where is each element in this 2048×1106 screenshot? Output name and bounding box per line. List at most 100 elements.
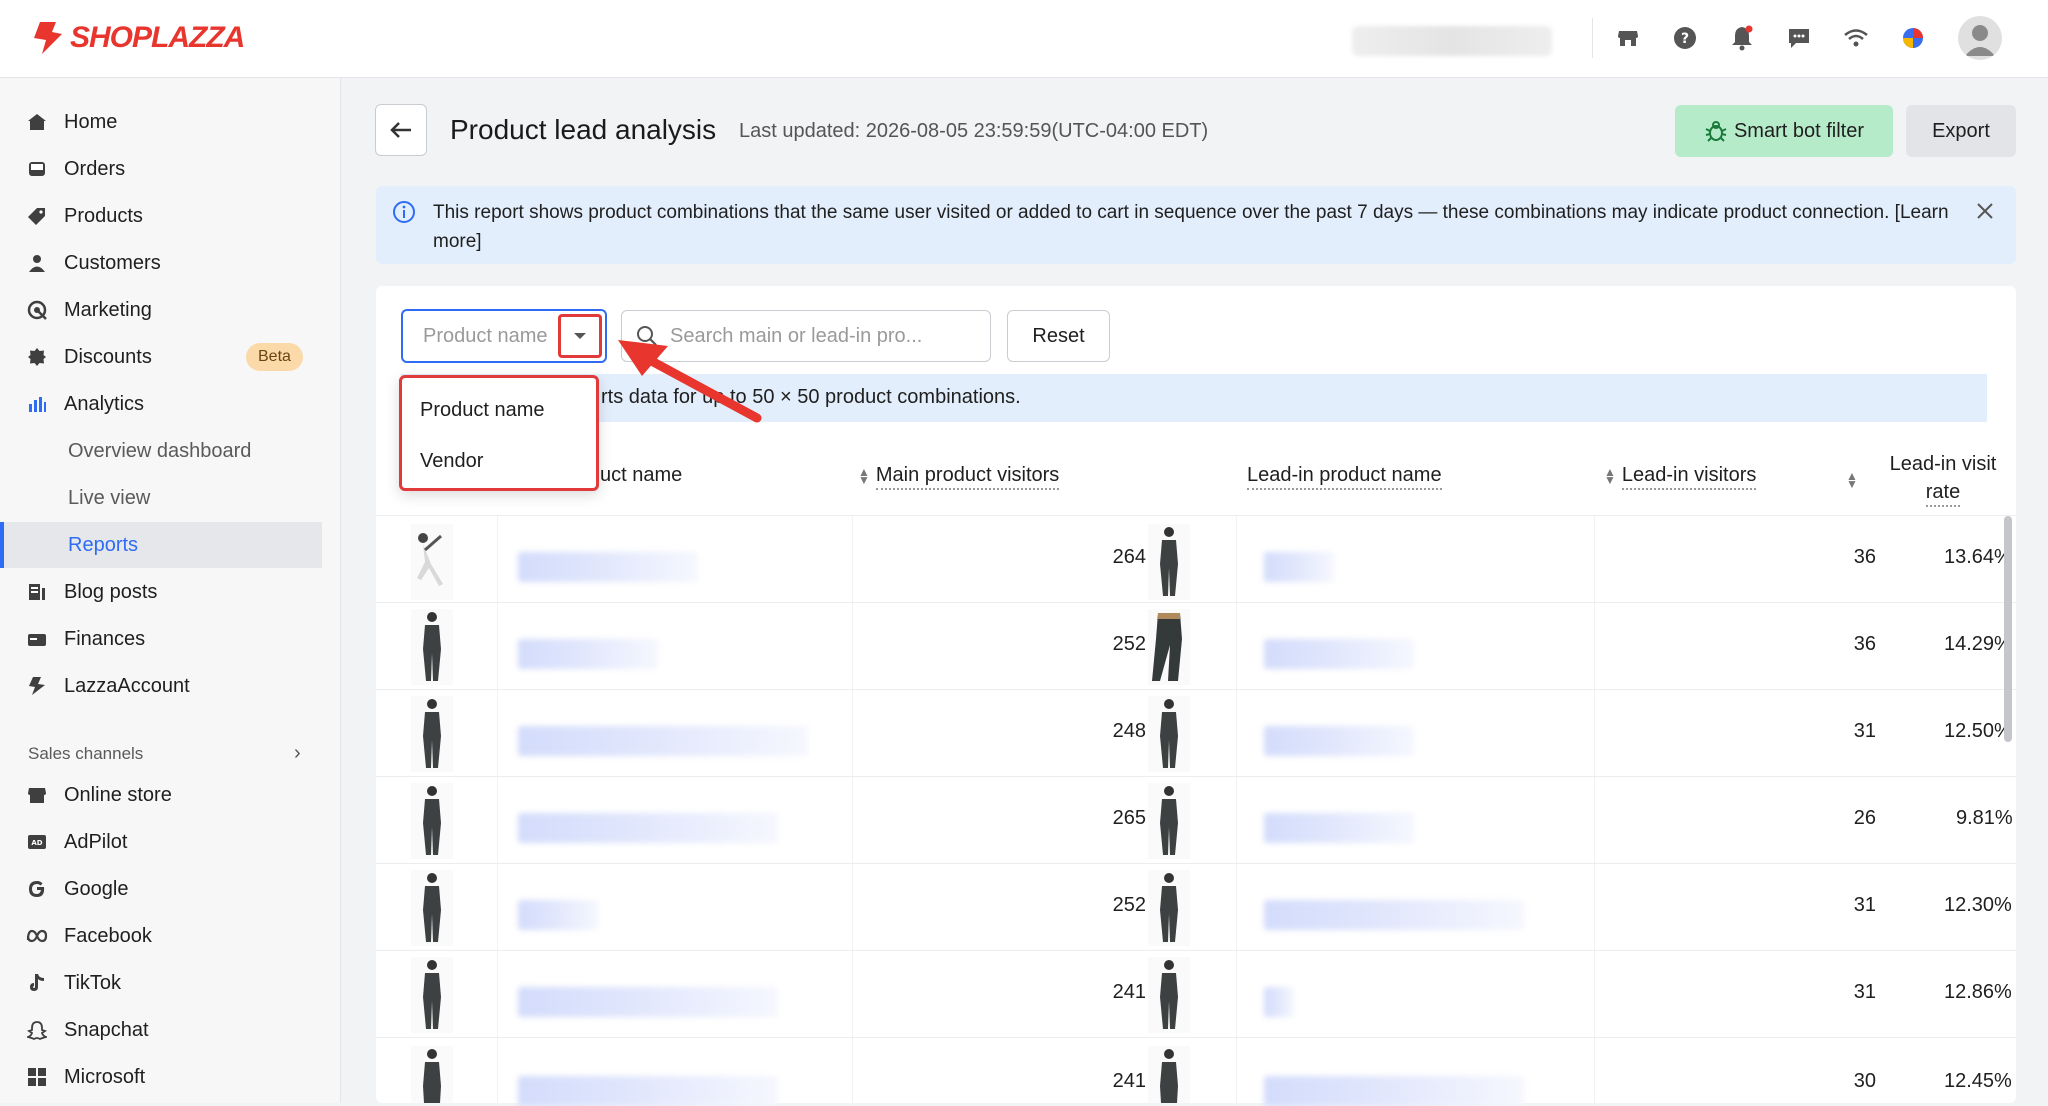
sidebar-item-google[interactable]: Google: [24, 869, 129, 909]
export-button[interactable]: Export: [1906, 105, 2016, 157]
help-icon[interactable]: ?: [1669, 22, 1701, 54]
sidebar-item-finances[interactable]: Finances: [24, 619, 145, 659]
sidebar-item-online-store[interactable]: Online store: [24, 775, 172, 815]
sidebar-item-analytics[interactable]: Analytics: [24, 384, 144, 424]
sidebar-item-products[interactable]: Products: [24, 196, 143, 236]
lead-in-product-name-redacted[interactable]: [1264, 813, 1414, 843]
lead-in-product-thumbnail[interactable]: [1148, 696, 1190, 772]
sidebar-sub-live-view[interactable]: Live view: [68, 478, 150, 518]
sidebar-item-adpilot[interactable]: AD AdPilot: [24, 822, 127, 862]
sidebar-item-home[interactable]: Home: [24, 102, 117, 142]
lead-in-visitors: 26: [1853, 807, 1876, 829]
product-thumbnail[interactable]: [411, 957, 453, 1033]
chat-icon[interactable]: [1783, 22, 1815, 54]
last-updated: Last updated: 2026-08-05 23:59:59(UTC-04…: [739, 120, 1209, 142]
bell-icon[interactable]: [1726, 22, 1758, 54]
column-main-product-visitors[interactable]: ▲ ▼ Main product visitors: [858, 464, 1060, 490]
lead-in-product-name-redacted[interactable]: [1264, 900, 1524, 930]
sidebar-item-label: Analytics: [64, 392, 145, 415]
lead-in-visitors: 36: [1853, 633, 1876, 655]
product-thumbnail[interactable]: [411, 696, 453, 772]
lead-in-product-name-redacted[interactable]: [1264, 987, 1294, 1017]
sidebar-item-microsoft[interactable]: Microsoft: [24, 1057, 145, 1097]
column-main-product-name[interactable]: uct name: [600, 464, 682, 487]
table-row[interactable]: 264 36 13.64%: [376, 516, 2016, 603]
sort-icon[interactable]: ▲ ▼: [858, 466, 870, 486]
product-thumbnail[interactable]: [411, 783, 453, 859]
products-icon: [24, 203, 50, 229]
table-row[interactable]: 241 30 12.45%: [376, 1038, 2016, 1106]
sidebar-item-label: Facebook: [64, 924, 152, 947]
lead-in-product-thumbnail[interactable]: [1148, 524, 1190, 600]
smart-bot-filter-button[interactable]: Smart bot filter: [1675, 105, 1893, 157]
app-icon[interactable]: [1897, 22, 1929, 54]
main-product-visitors: 252: [1112, 633, 1146, 655]
reset-button[interactable]: Reset: [1007, 310, 1110, 362]
sidebar-sub-reports[interactable]: Reports: [68, 525, 138, 565]
svg-text:?: ?: [1681, 31, 1689, 47]
sidebar-item-lazzaaccount[interactable]: LazzaAccount: [24, 666, 190, 706]
sidebar-item-label: Google: [64, 877, 129, 900]
product-thumbnail[interactable]: [411, 1046, 453, 1103]
sidebar-item-facebook[interactable]: Facebook: [24, 916, 152, 956]
main-product-name-redacted[interactable]: [518, 987, 778, 1017]
vertical-scrollbar[interactable]: [2004, 516, 2012, 742]
lead-in-product-name-redacted[interactable]: [1264, 726, 1414, 756]
table-row[interactable]: 265 26 9.81%: [376, 777, 2016, 864]
back-button[interactable]: [375, 104, 427, 156]
table-row[interactable]: 248 31 12.50%: [376, 690, 2016, 777]
main-product-name-redacted[interactable]: [518, 813, 778, 843]
lead-in-product-thumbnail[interactable]: [1148, 1046, 1190, 1103]
column-lead-in-product-name[interactable]: Lead-in product name: [1247, 464, 1442, 490]
product-thumbnail[interactable]: [411, 870, 453, 946]
store-name[interactable]: [1352, 26, 1552, 56]
store-icon: [24, 782, 50, 808]
sidebar-item-tiktok[interactable]: TikTok: [24, 963, 121, 1003]
sidebar-item-label: Orders: [64, 157, 126, 180]
column-lead-in-visit-rate[interactable]: Lead-in visit rate: [1872, 450, 2014, 507]
main-product-name-redacted[interactable]: [518, 1076, 778, 1106]
filter-field-dropdown: Product name Vendor: [399, 375, 599, 491]
wifi-icon[interactable]: [1840, 22, 1872, 54]
sidebar-item-label: Snapchat: [64, 1018, 149, 1041]
table-row[interactable]: 252 36 14.29%: [376, 603, 2016, 690]
sidebar-item-blog-posts[interactable]: Blog posts: [24, 572, 157, 612]
lead-in-visitors: 31: [1853, 720, 1876, 742]
product-thumbnail[interactable]: [411, 609, 453, 685]
lead-in-product-name-redacted[interactable]: [1264, 639, 1414, 669]
sidebar-item-discounts[interactable]: Discounts: [24, 337, 152, 377]
sort-icon[interactable]: ▲ ▼: [1604, 466, 1616, 486]
main-product-name-redacted[interactable]: [518, 900, 598, 930]
lead-in-product-thumbnail[interactable]: [1148, 609, 1190, 685]
column-lead-in-visitors[interactable]: ▲ ▼ Lead-in visitors: [1604, 464, 1757, 490]
lead-in-product-name-redacted[interactable]: [1264, 1076, 1524, 1106]
sidebar-item-snapchat[interactable]: Snapchat: [24, 1010, 149, 1050]
lead-in-product-thumbnail[interactable]: [1148, 783, 1190, 859]
dropdown-toggle[interactable]: [558, 314, 602, 358]
main-product-name-redacted[interactable]: [518, 552, 698, 582]
lead-in-product-name-redacted[interactable]: [1264, 552, 1334, 582]
sidebar-item-orders[interactable]: Orders: [24, 149, 125, 189]
sidebar-item-marketing[interactable]: Marketing: [24, 290, 152, 330]
main-product-name-redacted[interactable]: [518, 726, 808, 756]
avatar[interactable]: [1958, 16, 2002, 60]
close-icon[interactable]: [1974, 200, 1996, 222]
option-product-name[interactable]: Product name: [420, 399, 545, 422]
sidebar-item-label: TikTok: [64, 971, 122, 994]
sidebar-item-customers[interactable]: Customers: [24, 243, 161, 283]
sidebar-sub-overview-dashboard[interactable]: Overview dashboard: [68, 431, 251, 471]
option-vendor[interactable]: Vendor: [420, 450, 483, 473]
main-product-name-redacted[interactable]: [518, 639, 658, 669]
sort-icon[interactable]: ▲ ▼: [1846, 468, 1864, 491]
lead-in-product-thumbnail[interactable]: [1148, 870, 1190, 946]
filter-field-select[interactable]: Product name: [401, 309, 607, 363]
product-thumbnail[interactable]: [411, 524, 453, 600]
table-row[interactable]: 252 31 12.30%: [376, 864, 2016, 951]
shoplazza-logo[interactable]: SHOPLAZZA: [32, 20, 245, 56]
analytics-icon: [24, 391, 50, 417]
store-icon[interactable]: [1612, 22, 1644, 54]
lead-in-product-thumbnail[interactable]: [1148, 957, 1190, 1033]
table-row[interactable]: 241 31 12.86%: [376, 951, 2016, 1038]
chevron-right-icon[interactable]: ›: [294, 742, 301, 765]
divider: [1592, 18, 1593, 58]
